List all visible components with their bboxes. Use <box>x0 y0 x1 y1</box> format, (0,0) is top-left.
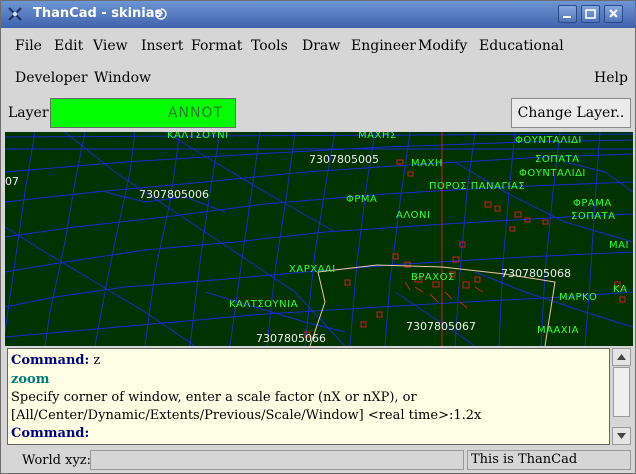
map-label: 7307805005 <box>309 153 379 166</box>
map-label: ΜΑΧΗ <box>411 158 443 169</box>
arrow-up-icon <box>617 354 626 360</box>
map-label: ΦΡΜΑ <box>346 194 378 205</box>
command-text: z <box>89 353 101 368</box>
world-xyz-label: World xyz: <box>22 453 92 468</box>
status-message: This is ThanCad <box>467 450 631 470</box>
menu-format[interactable]: Format <box>191 38 242 54</box>
menu-tools[interactable]: Tools <box>251 38 288 54</box>
menu-developer[interactable]: Developer <box>15 70 88 86</box>
map-label: ΜΑΙ <box>609 240 629 251</box>
map-label: 07 <box>5 175 19 188</box>
scroll-down-button[interactable] <box>612 427 631 445</box>
title-bar[interactable]: ThanCad - skinias <box>1 1 635 28</box>
map-label: ΣΟΠΑΤΑ <box>535 154 580 165</box>
map-label: ΣΟΠΑΤΑ <box>571 211 616 222</box>
map-label: ΧΑΡΧΑΛΙ <box>289 264 336 275</box>
menu-draw[interactable]: Draw <box>302 38 340 54</box>
map-label: 7307805068 <box>501 267 571 280</box>
world-xyz-field <box>90 450 464 470</box>
map-label: ΒΡΑΧΟΣ <box>411 272 455 283</box>
arrow-down-icon <box>617 433 626 439</box>
map-label: ΜΑΑΧΙΑ <box>537 325 579 336</box>
map-label: ΚΑΛΤΣΟΥΝΙ <box>167 132 229 141</box>
map-label: ΦΟΥΝΤΑΛΙΔΙ <box>519 168 586 179</box>
console-line-2: zoom <box>11 372 50 387</box>
console-line-1: Command: z <box>11 353 100 368</box>
menu-edit[interactable]: Edit <box>54 38 83 54</box>
scroll-up-button[interactable] <box>612 348 631 366</box>
map-label: ΚΑΛΤΣΟΥΝΙΑ <box>229 299 298 310</box>
map-label: ΜΑΧΗΣ <box>358 132 397 141</box>
scroll-thumb[interactable] <box>613 367 630 417</box>
menu-engineer[interactable]: Engineer <box>351 38 416 54</box>
map-label: ΚΑ <box>613 284 628 295</box>
window-title: ThanCad - skinias <box>33 6 163 21</box>
map-label: ΠΟΡΟΣ ΠΑΝΑΓΙΑΣ <box>429 181 526 192</box>
command-console[interactable]: Command: z zoom Specify corner of window… <box>7 348 610 445</box>
map-label: 7307805067 <box>406 320 476 333</box>
menu-window[interactable]: Window <box>94 70 151 86</box>
menu-file[interactable]: File <box>15 38 42 54</box>
close-button[interactable] <box>604 5 623 23</box>
maximize-button[interactable] <box>581 5 600 23</box>
current-layer-field[interactable]: ANNOT <box>50 98 236 128</box>
map-label: ΦΟΥΝΤΑΛΙΔΙ <box>515 135 582 146</box>
menu-help[interactable]: Help <box>594 70 628 86</box>
console-line-4: [All/Center/Dynamic/Extents/Previous/Sca… <box>11 408 482 423</box>
map-label: ΦΡΑΜΑ <box>573 198 612 209</box>
change-layer-button[interactable]: Change Layer.. <box>511 98 631 128</box>
drawing-canvas[interactable]: ΚΑΛΤΣΟΥΝΙ ΜΑΧΗΣ ΦΟΥΝΤΑΛΙΔΙ 7307805005 ΜΑ… <box>5 132 633 346</box>
menu-modify[interactable]: Modify <box>418 38 467 54</box>
menu-view[interactable]: View <box>93 38 128 54</box>
command-prompt: Command: <box>11 353 90 368</box>
menu-insert[interactable]: Insert <box>141 38 183 54</box>
map-label: ΑΛΟΝΙ <box>396 210 431 221</box>
status-bar: World xyz: This is ThanCad <box>1 448 635 473</box>
console-line-3: Specify corner of window, enter a scale … <box>11 390 417 405</box>
app-menu-icon[interactable] <box>7 6 23 22</box>
thancad-window: ThanCad - skinias File Edit View Insert … <box>0 0 636 474</box>
layer-bar: Layer: ANNOT Change Layer.. <box>1 97 635 131</box>
menu-bar: File Edit View Insert Format Tools Draw … <box>1 30 635 94</box>
console-scrollbar[interactable] <box>612 348 631 445</box>
layer-label: Layer: <box>8 105 54 121</box>
command-prompt: Command: <box>11 426 90 441</box>
minimize-button[interactable] <box>558 5 577 23</box>
swirl-icon <box>155 8 167 20</box>
map-label: ΜΑΡΚΟ <box>559 292 598 303</box>
menu-educational[interactable]: Educational <box>479 38 564 54</box>
map-label: 7307805006 <box>139 188 209 201</box>
current-layer-value: ANNOT <box>167 105 223 121</box>
map-label: 7307805066 <box>256 332 326 345</box>
